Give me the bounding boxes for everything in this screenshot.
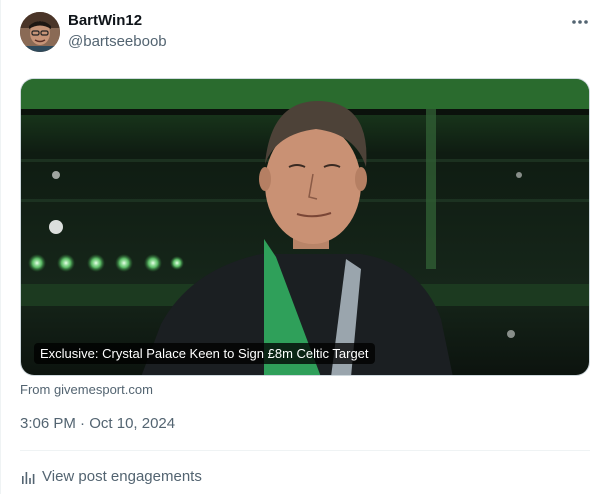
card-headline: Exclusive: Crystal Palace Keen to Sign £…: [34, 343, 375, 364]
more-options-button[interactable]: [566, 10, 594, 34]
post-date[interactable]: Oct 10, 2024: [89, 415, 175, 432]
bar-chart-icon: [22, 471, 35, 484]
avatar[interactable]: [20, 12, 60, 52]
view-engagements-link[interactable]: View post engagements: [20, 468, 202, 485]
more-horizontal-icon: [572, 20, 588, 24]
tweet: BartWin12 @bartseeboob Exclusive: Crysta…: [0, 0, 606, 494]
post-timestamp[interactable]: 3:06 PM · Oct 10, 2024: [20, 415, 175, 432]
left-border: [0, 0, 1, 494]
timestamp-separator: ·: [75, 415, 90, 432]
divider: [20, 450, 590, 451]
card-source-link[interactable]: From givemesport.com: [20, 382, 153, 397]
card-image: [21, 79, 589, 375]
author-display-name[interactable]: BartWin12: [68, 12, 142, 29]
link-card[interactable]: Exclusive: Crystal Palace Keen to Sign £…: [20, 78, 590, 376]
view-engagements-label: View post engagements: [42, 468, 202, 485]
author-handle[interactable]: @bartseeboob: [68, 33, 167, 50]
avatar-image: [20, 12, 60, 52]
post-time[interactable]: 3:06 PM: [20, 415, 76, 432]
